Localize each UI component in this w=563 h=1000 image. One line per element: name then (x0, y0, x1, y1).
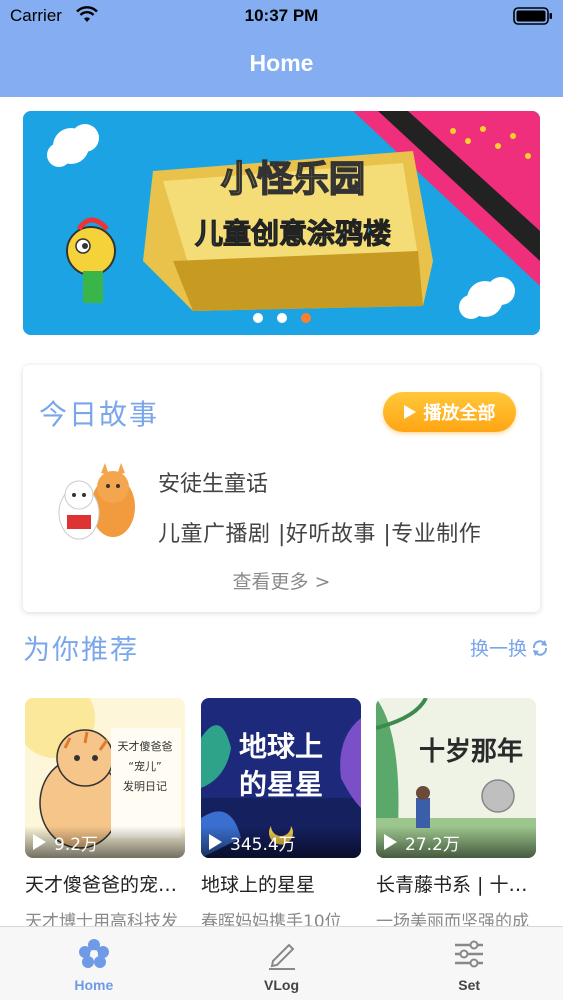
recommend-item[interactable]: 天才傻爸爸 “宠儿” 发明日记 9.2万 天才傻爸爸的宠… 天才博士用高科技发 (25, 698, 185, 932)
svg-text:发明日记: 发明日记 (123, 779, 167, 793)
play-icon (384, 834, 397, 850)
sliders-icon (455, 940, 484, 968)
play-count-bar: 345.4万 (201, 826, 361, 858)
play-icon (33, 834, 46, 850)
svg-text:十岁那年: 十岁那年 (419, 736, 523, 767)
banner-title: 小怪乐园 (221, 159, 365, 200)
svg-text:的星星: 的星星 (239, 768, 323, 801)
today-section-title: 今日故事 (39, 398, 160, 431)
carousel-dot[interactable] (252, 313, 263, 323)
story-name[interactable]: 安徒生童话 (158, 466, 268, 498)
book-title[interactable]: 天才傻爸爸的宠… (25, 870, 185, 897)
tab-home[interactable]: Home (0, 927, 188, 1000)
tab-set[interactable]: Set (375, 927, 563, 1000)
play-count-bar: 27.2万 (376, 826, 536, 858)
battery-icon (513, 7, 552, 25)
book-cover[interactable]: 天才傻爸爸 “宠儿” 发明日记 9.2万 (25, 698, 185, 858)
today-story-card: 今日故事 播放全部 安徒生童话 儿童广播剧 |好听故事 |专业制作 查看更多 > (23, 365, 540, 612)
play-count: 9.2万 (54, 834, 99, 855)
book-title[interactable]: 地球上的星星 (201, 870, 361, 897)
refresh-icon (532, 639, 548, 656)
recommend-item[interactable]: 十岁那年 27.2万 长青藤书系 | 十… 一场美丽而坚强的成 (376, 698, 536, 932)
book-title[interactable]: 长青藤书系 | 十… (376, 870, 536, 897)
book-cover[interactable]: 地球上 的星星 345.4万 (201, 698, 361, 858)
tab-label: Set (458, 977, 481, 993)
play-all-button[interactable]: 播放全部 (383, 392, 516, 432)
banner-subtitle: 儿童创意涂鸦楼 (195, 217, 391, 250)
play-icon (209, 834, 222, 850)
tab-bar: Home VLog Set (0, 926, 563, 1000)
play-icon (403, 405, 416, 419)
status-time: 10:37 PM (244, 6, 319, 25)
carousel-dots[interactable] (23, 313, 540, 323)
tab-label: VLog (264, 977, 299, 993)
play-count-bar: 9.2万 (25, 826, 185, 858)
tab-vlog[interactable]: VLog (188, 927, 376, 1000)
svg-text:“宠儿”: “宠儿” (128, 759, 161, 773)
banner-artwork: 小怪乐园 儿童创意涂鸦楼 (23, 111, 540, 335)
flower-icon (78, 939, 109, 968)
story-tags: 儿童广播剧 |好听故事 |专业制作 (158, 522, 482, 547)
nav-header: Carrier 10:37 PM Home (0, 0, 563, 97)
recommend-section-title: 为你推荐 (23, 635, 139, 666)
status-bar: Carrier 10:37 PM (0, 0, 563, 32)
refresh-button[interactable]: 换一换 (470, 634, 549, 661)
refresh-label: 换一换 (469, 638, 527, 660)
see-more-link[interactable]: 查看更多 > (23, 567, 540, 594)
tab-label: Home (74, 977, 114, 993)
page-title: Home (249, 50, 314, 76)
promo-banner[interactable]: 小怪乐园 儿童创意涂鸦楼 (23, 111, 540, 335)
carousel-dot-active[interactable] (300, 313, 311, 323)
book-cover[interactable]: 十岁那年 27.2万 (376, 698, 536, 858)
svg-text:天才傻爸爸: 天才傻爸爸 (118, 739, 173, 753)
carousel-dot[interactable] (276, 313, 287, 323)
play-all-label: 播放全部 (423, 403, 496, 424)
play-count: 345.4万 (230, 834, 296, 855)
story-illustration[interactable] (51, 463, 143, 545)
recommend-item[interactable]: 地球上 的星星 345.4万 地球上的星星 春晖妈妈携手10位 (201, 698, 361, 932)
svg-text:地球上: 地球上 (239, 730, 323, 763)
play-count: 27.2万 (405, 834, 460, 855)
pencil-icon (268, 943, 295, 970)
